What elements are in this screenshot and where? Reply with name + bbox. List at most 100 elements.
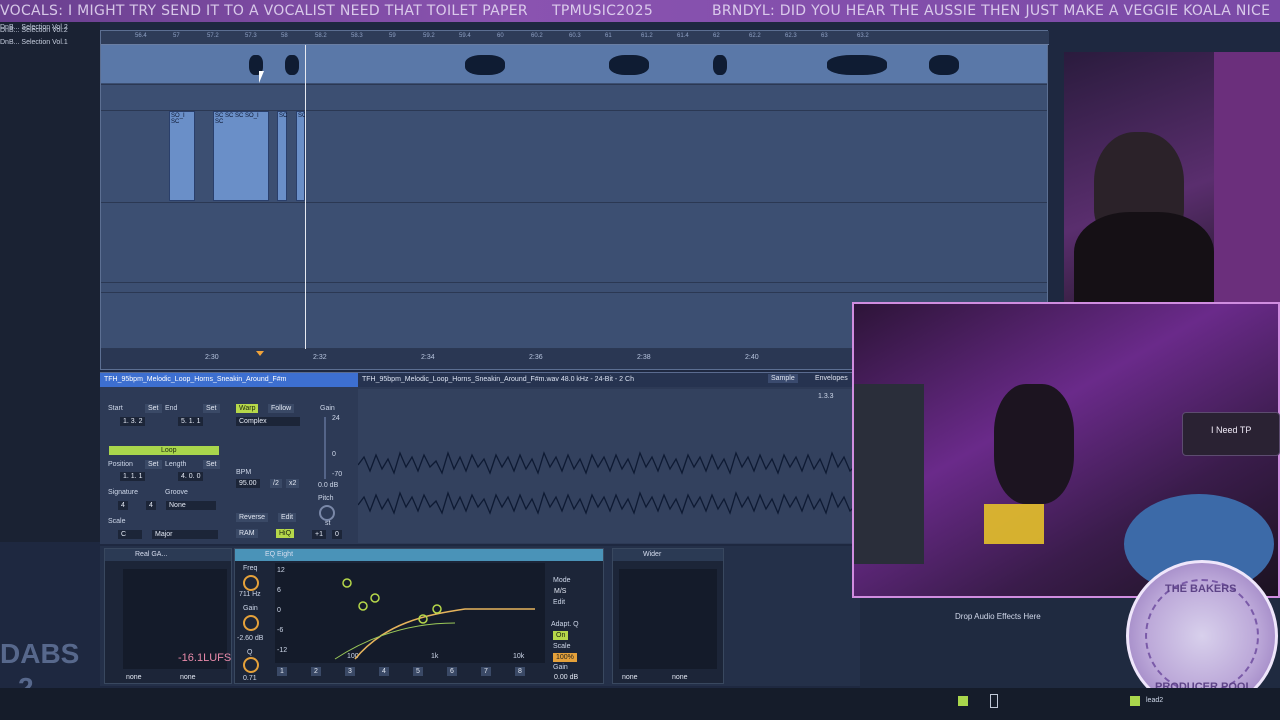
device-title[interactable]: EQ Eight [235,549,603,561]
signature-denominator[interactable]: 4 [146,501,156,510]
tab-envelopes[interactable]: Envelopes [812,374,851,383]
eq-band-button[interactable]: 6 [447,667,457,676]
browser-item[interactable]: DnB... Selection Vol.2 [0,27,68,34]
eq-band-button[interactable]: 1 [277,667,287,676]
device-chain: Real GA... none none EQ Eight Freq 711 H… [100,546,860,686]
scale-mode-select[interactable]: Major [152,530,218,539]
gain-value[interactable]: -2.60 dB [237,635,263,642]
browser-panel: DnB... Selection Vol.2 DnB... Selection … [0,22,100,542]
playhead[interactable] [305,45,306,351]
track-lane[interactable] [101,45,1047,85]
sample-waveform[interactable]: 1.3.3 [358,389,858,543]
eq-band-button[interactable]: 5 [413,667,423,676]
track-lane[interactable] [101,203,1047,283]
browser-item[interactable]: DnB... Selection Vol.1 [0,39,68,46]
mode-select[interactable]: M/S [551,587,585,596]
ticker-segment-1: VOCALS: I MIGHT TRY SEND IT TO A VOCALIS… [0,3,528,19]
scale-field[interactable]: 100% [553,653,577,662]
position-set-button[interactable]: Set [145,460,162,469]
length-label: Length [165,461,187,468]
gain-knob[interactable] [243,615,259,631]
track-indicator[interactable] [1130,696,1140,706]
edit-button[interactable]: Edit [278,513,297,522]
groove-select[interactable]: None [166,501,216,510]
play-indicator[interactable] [958,696,968,706]
gain-slider[interactable] [324,417,326,479]
device-title[interactable]: Wider [613,549,723,561]
warp-mode-select[interactable]: Complex [236,417,300,426]
q-knob[interactable] [243,657,259,673]
scale-key-select[interactable]: C [118,530,142,539]
mouse-cursor [259,71,264,83]
track-lane[interactable] [101,283,1047,293]
ram-button[interactable]: RAM [236,529,258,538]
gain-scale-low: -70 [332,471,343,478]
eq-band-button[interactable]: 3 [345,667,355,676]
track-name[interactable]: lead2 [1146,697,1163,704]
time-tick: 2:36 [529,354,543,361]
eq-band-button[interactable]: 7 [481,667,491,676]
reverse-button[interactable]: Reverse [236,513,269,522]
mode-label: Mode [553,577,571,584]
output-gain-field[interactable]: 0.00 dB [551,673,582,682]
device-eq-eight[interactable]: EQ Eight Freq 711 Hz Gain -2.60 dB Q 0.7… [234,548,604,684]
freq-value[interactable]: 711 Hz [239,591,261,598]
eq-band-button[interactable]: 2 [311,667,321,676]
position-label: Position [108,461,133,468]
end-set-button[interactable]: Set [203,404,220,413]
length-field[interactable]: 4. 0. 0 [178,472,204,481]
device-select[interactable]: none [619,673,661,682]
logo-text-top: THE BAKERS [1165,583,1237,595]
audio-clip[interactable]: SC [296,111,306,201]
signature-numerator[interactable]: 4 [118,501,128,510]
audio-clip[interactable]: SC [277,111,287,201]
device-title[interactable]: Real GA... [105,549,231,561]
eq-graph[interactable]: 12 6 0 -6 -12 100 1k 10k [275,563,545,663]
freq-knob[interactable] [243,575,259,591]
pitch-knob[interactable] [319,505,335,521]
eq-band-button[interactable]: 4 [379,667,389,676]
beat-ruler[interactable]: 56.4 57 57.2 57.3 58 58.2 58.3 59 59.2 5… [101,31,1049,45]
adapt-q-toggle[interactable]: On [553,631,569,640]
track-lane[interactable] [101,85,1047,111]
loop-button[interactable]: Loop [109,446,219,455]
position-field[interactable]: 1. 1. 1 [120,472,146,481]
ruler-tick: 61 [605,33,612,39]
device-select[interactable]: none [177,673,223,682]
start-field[interactable]: 1. 3. 2 [120,417,146,426]
length-set-button[interactable]: Set [203,460,220,469]
loop-marker[interactable] [256,351,264,356]
audio-clip[interactable]: SO_I SC [169,111,195,201]
ruler-tick: 62.2 [749,33,761,39]
scale-label: Scale [553,643,571,650]
device-select[interactable]: none [123,673,169,682]
warp-button[interactable]: Warp [236,404,259,413]
audio-clip[interactable] [101,45,1047,83]
follow-button[interactable]: Follow [268,404,295,413]
ruler-tick: 63 [821,33,828,39]
track-lane[interactable]: SO_I SC SC SC SC SO_I SC SC SC [101,111,1047,203]
tab-sample[interactable]: Sample [768,374,798,383]
device-wider[interactable]: Wider none none [612,548,724,684]
pitch-field[interactable]: +1 [312,530,326,539]
hiq-button[interactable]: HiQ [276,529,295,538]
device-select[interactable]: none [669,673,711,682]
eq-band-button[interactable]: 8 [515,667,525,676]
bpm-field[interactable]: 95.00 [236,479,260,488]
clip-title[interactable]: TFH_95bpm_Melodic_Loop_Horns_Sneakin_Aro… [100,373,358,387]
clip-view: TFH_95bpm_Melodic_Loop_Horns_Sneakin_Aro… [100,372,858,544]
half-tempo-button[interactable]: /2 [270,479,282,488]
audio-clip[interactable]: SC SC SC SO_I SC [213,111,269,201]
waveform-peak [285,55,299,75]
gain-value[interactable]: 0.0 dB [318,482,338,489]
end-field[interactable]: 5. 1. 1 [178,417,204,426]
double-tempo-button[interactable]: x2 [286,479,300,488]
background-shelf [1214,52,1280,302]
q-value[interactable]: 0.71 [243,675,257,682]
waveform-peak [713,55,727,75]
detune-field[interactable]: 0 [332,530,342,539]
adapt-q-label: Adapt. Q [551,621,579,628]
pad-controller [984,504,1044,544]
scroll-handle[interactable] [990,694,998,708]
start-set-button[interactable]: Set [145,404,162,413]
